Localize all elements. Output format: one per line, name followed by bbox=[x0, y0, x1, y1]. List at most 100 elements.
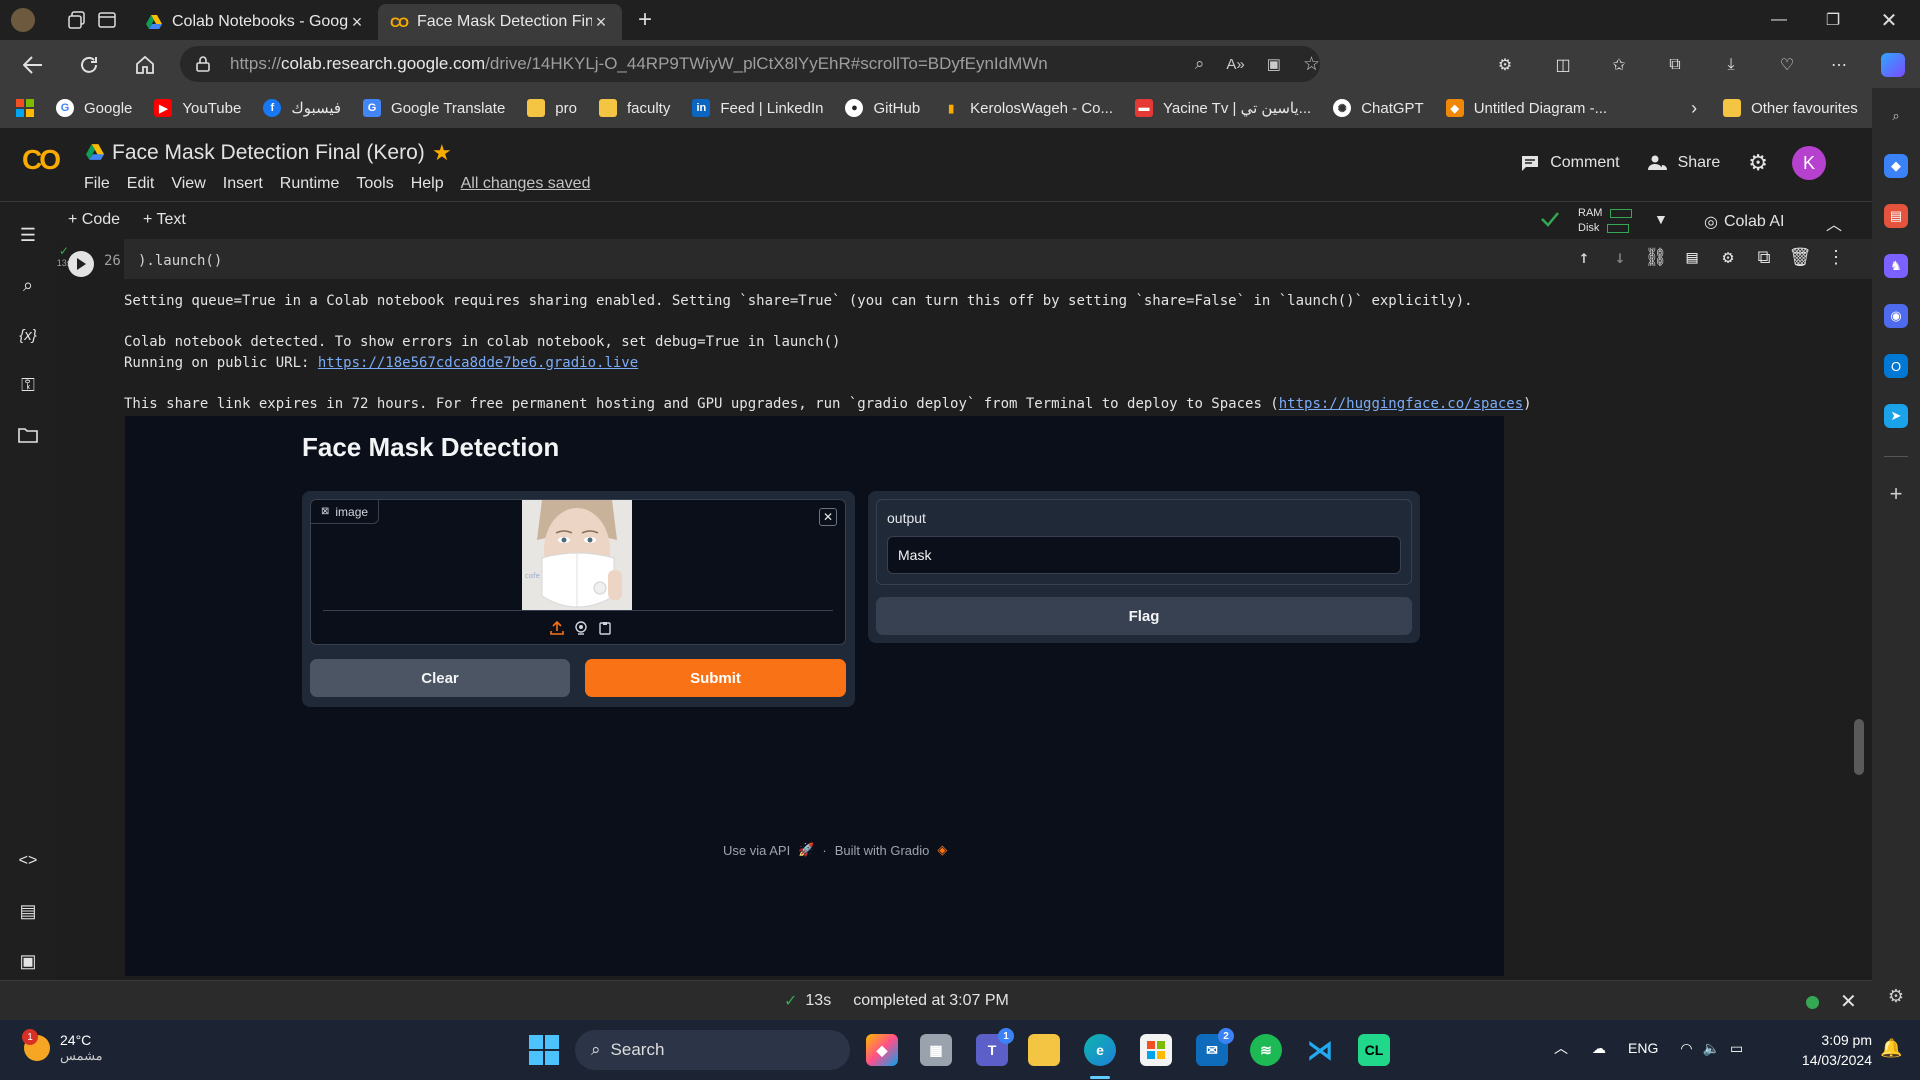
delete-icon[interactable]: 🗑 bbox=[1782, 247, 1818, 268]
more-menu-icon[interactable]: ⋯ bbox=[1826, 52, 1852, 78]
taskbar-search[interactable]: ⌕ Search bbox=[575, 1030, 850, 1070]
games-icon[interactable]: ♞ bbox=[1884, 254, 1908, 278]
spotify-icon[interactable]: ≋ bbox=[1250, 1034, 1282, 1066]
close-icon[interactable]: × bbox=[348, 12, 366, 33]
menu-file[interactable]: File bbox=[84, 175, 110, 193]
output-textbox[interactable]: Mask bbox=[887, 536, 1401, 574]
bookmark-chatgpt[interactable]: ✺ ChatGPT bbox=[1333, 99, 1424, 117]
secrets-key-icon[interactable]: ⚿ bbox=[16, 373, 40, 397]
gradio-public-url-link[interactable]: https://18e567cdca8dde7be6.gradio.live bbox=[318, 355, 638, 371]
search-icon[interactable]: ⌕ bbox=[1884, 104, 1908, 128]
extensions-icon[interactable]: ⚙ bbox=[1492, 52, 1518, 78]
bookmark-yacine-tv[interactable]: ▬ Yacine Tv | ياسين تي... bbox=[1135, 99, 1311, 117]
mirror-cell-icon[interactable]: ⧉ bbox=[1746, 247, 1782, 268]
copilot-app-icon[interactable]: ◆ bbox=[866, 1034, 898, 1066]
code-cell[interactable]: 26 ).launch() ↑ ↓ ⛓ ▤ ⚙ ⧉ 🗑 ⋮ bbox=[68, 239, 1872, 279]
clock[interactable]: 3:09 pm 14/03/2024 bbox=[1788, 1030, 1872, 1070]
menu-edit[interactable]: Edit bbox=[127, 175, 155, 193]
zoom-icon[interactable]: ⌕ bbox=[1195, 54, 1205, 74]
table-of-contents-icon[interactable]: ☰ bbox=[16, 223, 40, 247]
app-available-icon[interactable]: ▣ bbox=[1267, 55, 1281, 73]
profile-icon[interactable] bbox=[10, 8, 36, 32]
menu-view[interactable]: View bbox=[171, 175, 205, 193]
colab-ai-button[interactable]: ◎ Colab AI bbox=[1704, 212, 1784, 232]
files-folder-icon[interactable] bbox=[16, 423, 40, 447]
bookmark-keroloswageh[interactable]: ▮ KerolosWageh - Co... bbox=[942, 99, 1113, 117]
menu-insert[interactable]: Insert bbox=[223, 175, 263, 193]
add-text-button[interactable]: + Text bbox=[143, 211, 186, 229]
bookmark-folder-pro[interactable]: pro bbox=[527, 99, 577, 117]
scrollbar[interactable] bbox=[1854, 719, 1864, 775]
runtime-dropdown-icon[interactable]: ▼ bbox=[1654, 211, 1668, 227]
bookmark-github[interactable]: ● GitHub bbox=[845, 99, 920, 117]
colab-logo[interactable]: CO bbox=[22, 144, 61, 176]
refresh-icon[interactable] bbox=[76, 52, 102, 78]
notification-bell-icon[interactable]: 🔔 bbox=[1880, 1038, 1902, 1059]
favorites-icon[interactable]: ✩ bbox=[1606, 52, 1632, 78]
cloud-off-icon[interactable]: ☁ bbox=[1592, 1040, 1606, 1057]
menu-runtime[interactable]: Runtime bbox=[280, 175, 340, 193]
save-status[interactable]: All changes saved bbox=[461, 175, 591, 193]
comment-button[interactable]: Comment bbox=[1520, 154, 1620, 172]
tab-face-mask-detection[interactable]: CO Face Mask Detection Final (Kero) × bbox=[378, 4, 622, 40]
execution-status[interactable]: ✓ 13s completed at 3:07 PM bbox=[784, 991, 1009, 1011]
clear-button[interactable]: Clear bbox=[310, 659, 570, 697]
windows-apps-icon[interactable] bbox=[16, 99, 34, 117]
split-screen-icon[interactable]: ◫ bbox=[1550, 52, 1576, 78]
huggingface-spaces-link[interactable]: https://huggingface.co/spaces bbox=[1279, 396, 1523, 412]
volume-icon[interactable]: 🔈 bbox=[1703, 1040, 1720, 1057]
close-icon[interactable]: ✕ bbox=[1840, 989, 1857, 1014]
add-code-button[interactable]: + Code bbox=[68, 211, 120, 229]
use-via-api-link[interactable]: Use via API bbox=[723, 843, 790, 858]
language-indicator[interactable]: ENG bbox=[1628, 1040, 1658, 1056]
read-aloud-icon[interactable]: A» bbox=[1226, 56, 1244, 73]
bookmark-other-favourites[interactable]: Other favourites bbox=[1723, 99, 1858, 117]
collections-icon[interactable]: ⧉ bbox=[1662, 52, 1688, 78]
bookmark-youtube[interactable]: ▶ YouTube bbox=[154, 99, 241, 117]
flag-button[interactable]: Flag bbox=[876, 597, 1412, 635]
clear-image-icon[interactable]: ✕ bbox=[819, 508, 837, 526]
ms-store-icon[interactable] bbox=[1140, 1034, 1172, 1066]
tools-icon[interactable]: ▤ bbox=[1884, 204, 1908, 228]
chevron-up-icon[interactable]: ︿ bbox=[1554, 1038, 1568, 1058]
more-vert-icon[interactable]: ⋮ bbox=[1818, 247, 1854, 268]
vertical-tabs-icon[interactable] bbox=[94, 8, 120, 32]
comment-icon[interactable]: ▤ bbox=[1674, 247, 1710, 268]
notebook-title[interactable]: Face Mask Detection Final (Kero) bbox=[112, 141, 425, 165]
close-icon[interactable]: × bbox=[592, 12, 610, 33]
home-icon[interactable] bbox=[132, 52, 158, 78]
avatar[interactable]: K bbox=[1792, 146, 1826, 180]
settings-icon[interactable]: ⚙ bbox=[1884, 984, 1908, 1008]
bookmark-facebook[interactable]: f فيسبوك bbox=[263, 99, 341, 117]
clipboard-icon[interactable] bbox=[593, 619, 617, 637]
edge-icon[interactable]: e bbox=[1084, 1034, 1116, 1066]
m365-icon[interactable]: ◉ bbox=[1884, 304, 1908, 328]
performance-icon[interactable]: ♡ bbox=[1774, 52, 1800, 78]
bookmark-untitled-diagram[interactable]: ◆ Untitled Diagram -... bbox=[1445, 99, 1607, 117]
link-icon[interactable]: ⛓ bbox=[1638, 247, 1674, 268]
command-palette-icon[interactable]: ▤ bbox=[16, 899, 40, 923]
start-windows-icon[interactable] bbox=[528, 1034, 560, 1066]
new-tab-icon[interactable]: + bbox=[632, 6, 658, 33]
submit-button[interactable]: Submit bbox=[585, 659, 846, 697]
variables-icon[interactable]: {x} bbox=[16, 323, 40, 347]
battery-icon[interactable]: ▭ bbox=[1730, 1040, 1743, 1057]
restore-icon[interactable]: ❐ bbox=[1810, 0, 1856, 40]
outlook-icon[interactable]: O bbox=[1884, 354, 1908, 378]
bookmark-google[interactable]: G Google bbox=[56, 99, 132, 117]
run-cell-button[interactable] bbox=[68, 251, 94, 277]
minimize-icon[interactable]: — bbox=[1756, 0, 1802, 40]
file-explorer-icon[interactable] bbox=[1028, 1034, 1060, 1066]
built-with-gradio-link[interactable]: Built with Gradio bbox=[835, 843, 930, 858]
clion-icon[interactable]: CL bbox=[1358, 1034, 1390, 1066]
search-icon[interactable]: ⌕ bbox=[16, 273, 40, 297]
back-icon[interactable] bbox=[20, 52, 46, 78]
terminal-icon[interactable]: ▣ bbox=[16, 949, 40, 973]
tab-colab-notebooks[interactable]: Colab Notebooks - Google Drive × bbox=[134, 4, 378, 40]
workspaces-icon[interactable] bbox=[64, 8, 90, 32]
downloads-icon[interactable]: ⤓ bbox=[1718, 52, 1744, 78]
bookmark-folder-faculty[interactable]: faculty bbox=[598, 99, 670, 117]
bookmark-linkedin[interactable]: in Feed | LinkedIn bbox=[692, 99, 823, 117]
mail-icon[interactable]: ✉ 2 bbox=[1196, 1028, 1234, 1066]
menu-tools[interactable]: Tools bbox=[356, 175, 393, 193]
